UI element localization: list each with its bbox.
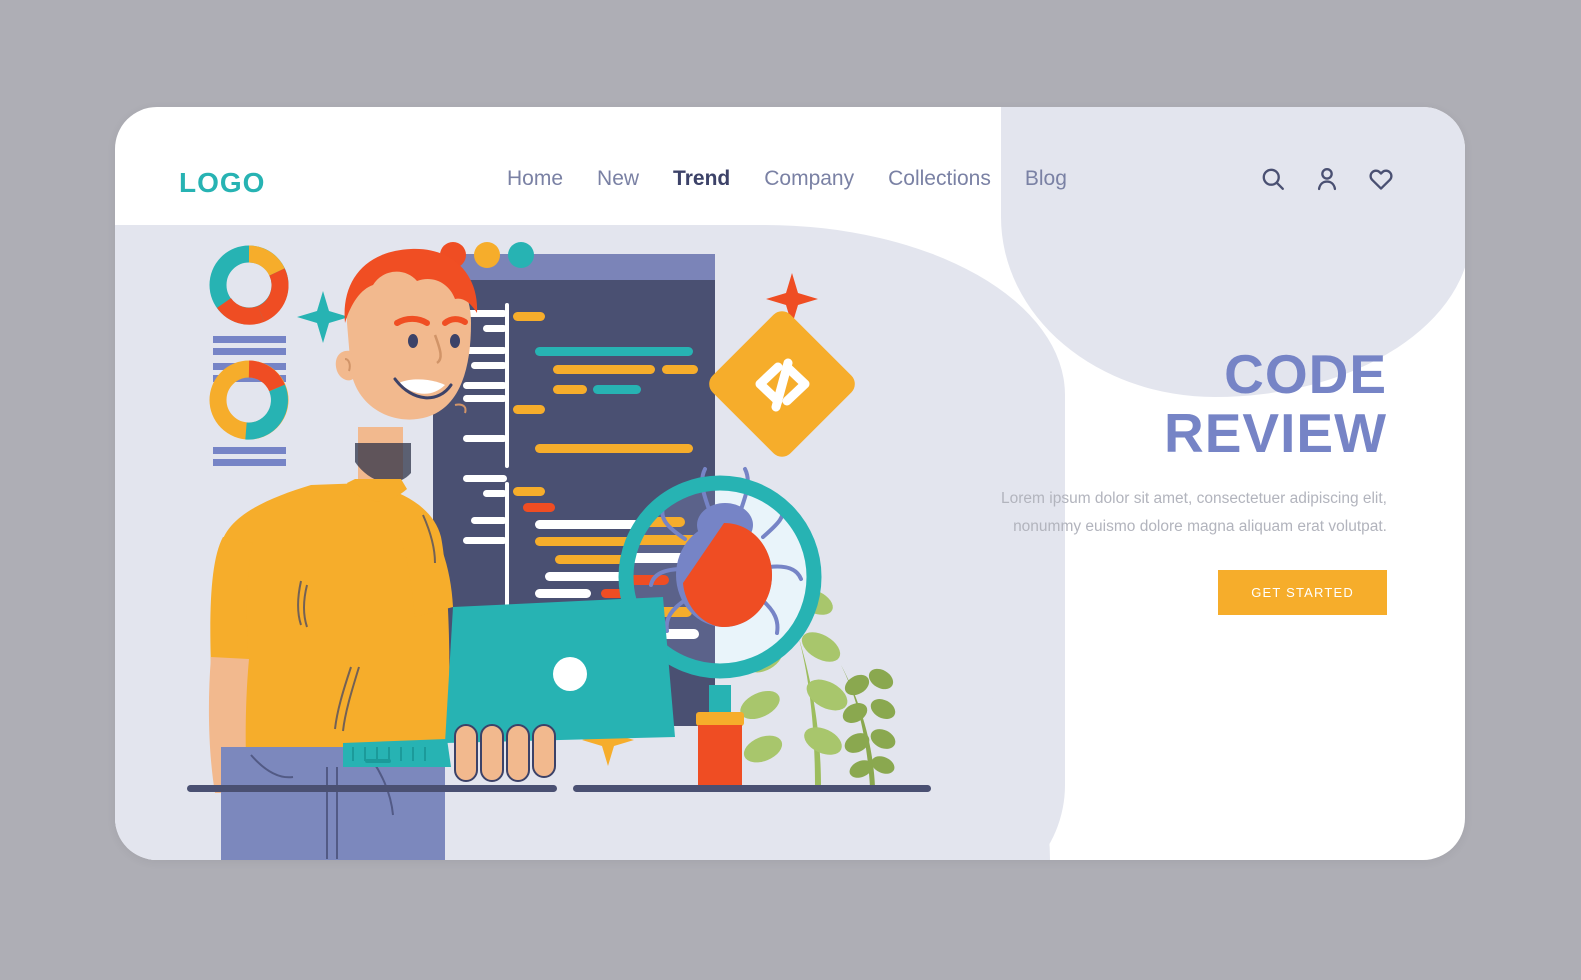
get-started-button[interactable]: GET STARTED <box>1218 570 1387 616</box>
header-icon-group <box>1259 165 1395 193</box>
code-diamond-badge <box>709 311 855 457</box>
page-title: CODE REVIEW <box>967 345 1387 463</box>
nav-item-new[interactable]: New <box>597 167 639 191</box>
hero-content: CODE REVIEW Lorem ipsum dolor sit amet, … <box>967 345 1387 616</box>
search-icon[interactable] <box>1259 165 1287 193</box>
hero-subtitle: Lorem ipsum dolor sit amet, consectetuer… <box>1001 489 1387 536</box>
hero-title-line2: REVIEW <box>1164 401 1387 464</box>
user-icon[interactable] <box>1313 165 1341 193</box>
nav-item-trend[interactable]: Trend <box>673 167 730 191</box>
teal-sparkle <box>297 291 349 343</box>
ground-lines <box>187 785 931 792</box>
nav-item-company[interactable]: Company <box>764 167 854 191</box>
brand-logo[interactable]: LOGO <box>179 167 265 199</box>
heart-icon[interactable] <box>1367 165 1395 193</box>
laptop-logo <box>553 657 587 691</box>
main-navigation: Home New Trend Company Collections Blog <box>507 167 1067 191</box>
nav-item-blog[interactable]: Blog <box>1025 167 1067 191</box>
bar-lines-bottom <box>213 447 286 466</box>
nav-item-home[interactable]: Home <box>507 167 563 191</box>
nav-item-collections[interactable]: Collections <box>888 167 991 191</box>
landing-page-card: LOGO Home New Trend Company Collections … <box>115 107 1465 860</box>
hero-title-line1: CODE <box>1224 343 1387 405</box>
site-header: LOGO Home New Trend Company Collections … <box>115 107 1465 257</box>
donut-chart-top <box>209 245 289 325</box>
